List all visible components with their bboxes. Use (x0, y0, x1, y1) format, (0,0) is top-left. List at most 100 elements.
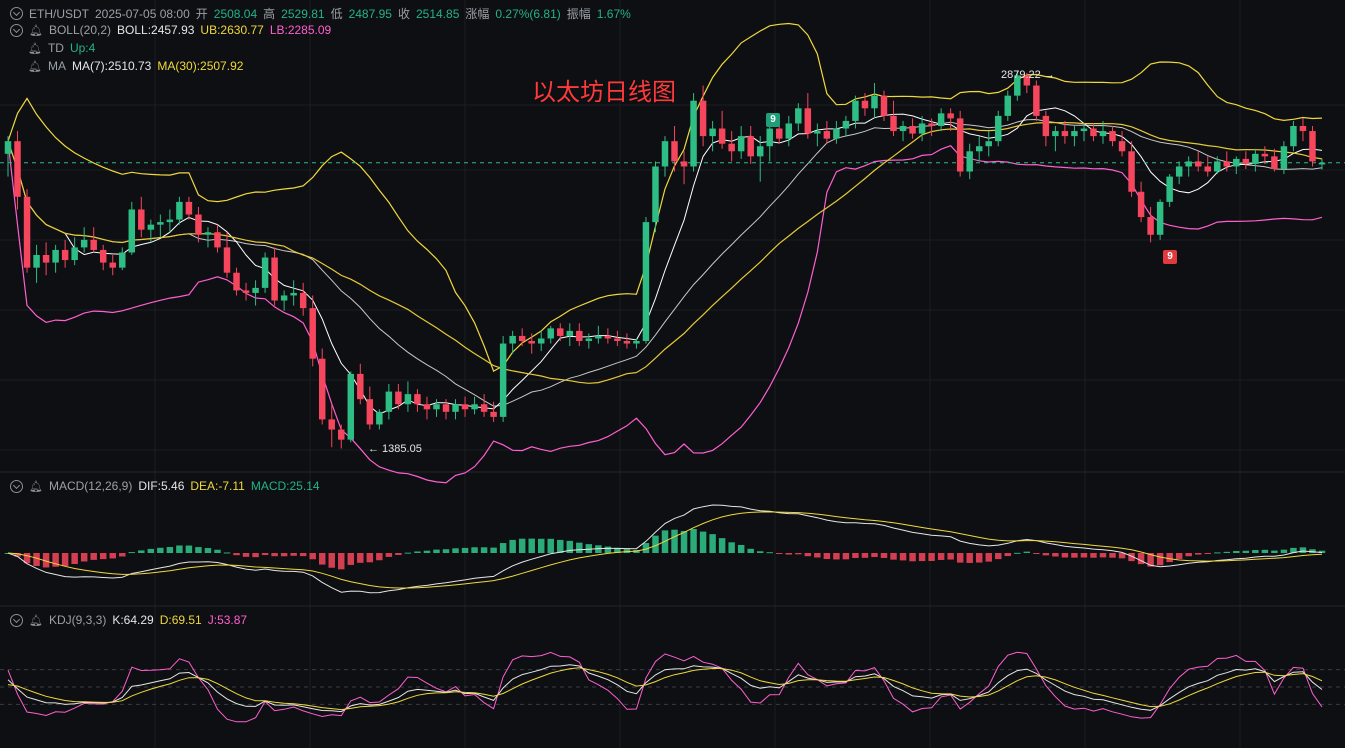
high-value: 2529.81 (281, 6, 325, 21)
symbol-label: ETH/USDT (29, 6, 89, 21)
macd-bar (404, 552, 412, 554)
macd-bar (385, 553, 393, 557)
candle-body (909, 126, 916, 134)
bell-icon[interactable]: 🔔︎ (29, 614, 43, 627)
bell-icon[interactable]: 🔔︎ (29, 24, 43, 37)
candle-body (99, 249, 107, 263)
candle-body (956, 118, 964, 172)
candlestick-chart[interactable] (0, 0, 1345, 748)
candle-body (1309, 131, 1316, 162)
candle-body (547, 328, 554, 339)
candle-body (299, 292, 307, 309)
macd-bar (1280, 549, 1288, 553)
candle-body (795, 108, 802, 124)
candle-body (699, 100, 707, 137)
candle-body (395, 391, 402, 405)
ma7-value: MA(7):2510.73 (71, 59, 152, 73)
macd-bar (214, 549, 221, 553)
candle-body (852, 100, 859, 121)
macd-bar (880, 553, 888, 558)
candle-body (918, 123, 926, 134)
candle-body (1214, 161, 1221, 172)
macd-dif: DIF:5.46 (138, 479, 185, 493)
macd-bar (1156, 553, 1164, 566)
macd-bar (119, 553, 126, 557)
macd-bar (490, 547, 497, 553)
candle-body (1080, 128, 1088, 132)
amp-label: 振幅 (566, 7, 591, 21)
macd-bar (947, 553, 954, 560)
candle-body (585, 338, 593, 341)
bell-icon[interactable]: 🔔︎ (28, 42, 42, 55)
candle-body (61, 249, 69, 261)
macd-bar (1204, 553, 1211, 554)
macd-bar (61, 553, 69, 567)
candle-body (737, 136, 745, 152)
boll-mid: BOLL:2457.93 (117, 23, 195, 37)
candle-body (614, 338, 621, 341)
collapse-icon[interactable] (10, 23, 23, 37)
candle-body (195, 214, 202, 235)
candle-body (518, 335, 526, 341)
candle-body (42, 255, 50, 263)
candle-body (138, 209, 145, 230)
kdj-k: K:64.29 (112, 613, 154, 627)
candle-body (880, 95, 888, 116)
candle-body (1004, 95, 1012, 116)
boll-legend: 🔔︎ BOLL(20,2) BOLL:2457.93 UB:2630.77 LB… (10, 23, 331, 37)
bell-icon[interactable]: 🔔︎ (28, 60, 42, 73)
collapse-icon[interactable] (10, 479, 23, 493)
candle-body (814, 131, 821, 134)
collapse-icon[interactable] (10, 7, 23, 20)
macd-bar (518, 538, 526, 553)
candle-body (833, 128, 840, 139)
close-label: 收 (397, 7, 410, 21)
macd-bar (347, 553, 355, 565)
candle-body (233, 272, 240, 291)
macd-bar (461, 547, 469, 553)
high-annotation: 2879.22 → (1001, 69, 1055, 81)
candle-body (14, 141, 21, 197)
candle-body (309, 308, 316, 359)
candle-body (995, 115, 1002, 142)
low-value: 2487.95 (348, 6, 392, 21)
macd-bar (1099, 553, 1107, 558)
macd-bar (1109, 553, 1116, 558)
candle-body (452, 404, 459, 412)
candle-body (290, 292, 297, 296)
macd-bar (166, 547, 174, 553)
macd-bar (271, 553, 278, 557)
candle-body (1052, 131, 1059, 137)
macd-bar (128, 552, 136, 554)
candle-body (975, 146, 983, 152)
macd-bar (109, 553, 116, 559)
collapse-icon[interactable] (10, 613, 23, 627)
ma-name: MA (47, 59, 66, 73)
macd-dea: DEA:-7.11 (190, 479, 245, 493)
macd-bar (138, 550, 145, 553)
macd-bar (242, 553, 250, 557)
candle-body (661, 141, 669, 167)
macd-bar (852, 553, 859, 559)
macd-bar (975, 553, 983, 563)
candle-body (1252, 153, 1259, 164)
macd-bar (1166, 553, 1173, 563)
candle-body (1280, 146, 1288, 169)
candle-body (1261, 153, 1269, 157)
candle-body (271, 257, 278, 301)
kdj-legend: 🔔︎ KDJ(9,3,3) K:64.29 D:69.51 J:53.87 (10, 613, 247, 627)
macd-bar (680, 531, 688, 553)
macd-bar (1299, 547, 1307, 553)
bell-icon[interactable]: 🔔︎ (29, 480, 43, 493)
candle-body (461, 404, 469, 410)
candle-body (404, 394, 412, 405)
macd-bar (928, 553, 935, 561)
kdj-d-line (7, 667, 1323, 711)
macd-bar (157, 547, 164, 553)
candle-body (214, 232, 221, 248)
candle-body (709, 128, 716, 137)
macd-bar (966, 553, 973, 563)
ma30-value: MA(30):2507.92 (157, 59, 244, 73)
macd-bar (747, 548, 754, 553)
kdj-d: D:69.51 (159, 613, 202, 627)
